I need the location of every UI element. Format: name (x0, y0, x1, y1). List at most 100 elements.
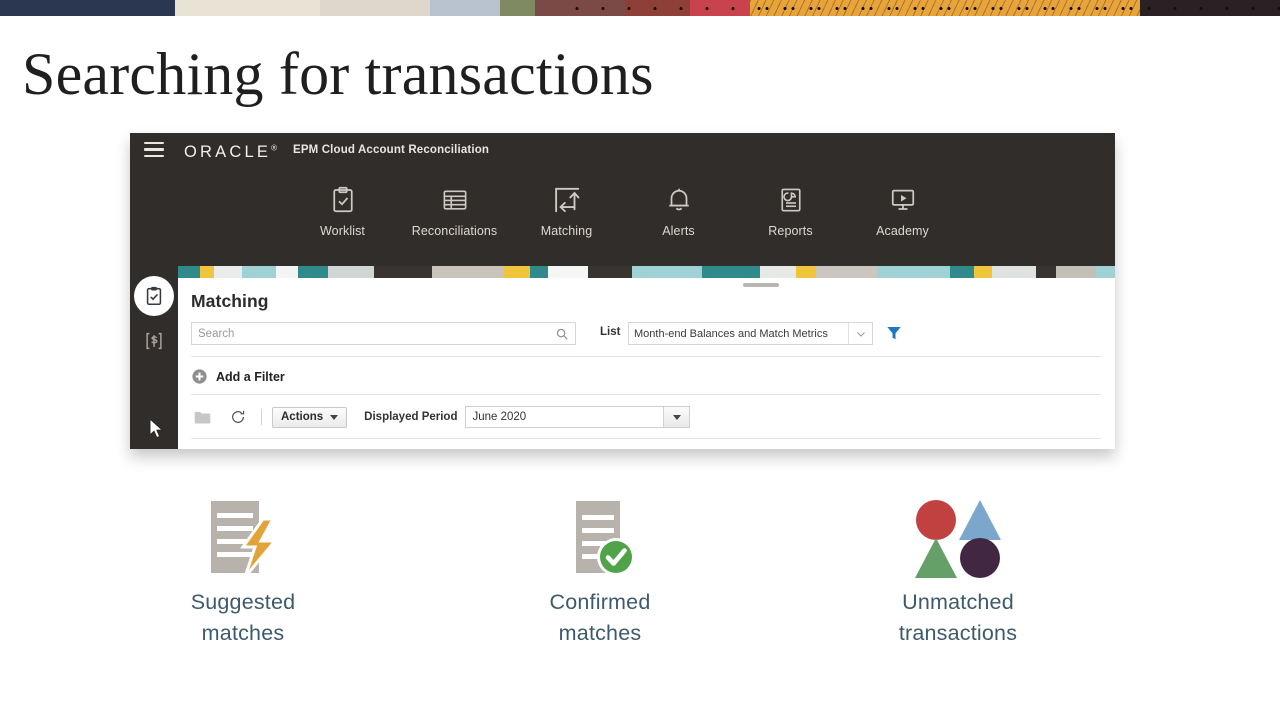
stripe-segment (1036, 266, 1056, 278)
rail-item-matching[interactable] (143, 330, 165, 352)
four-shapes-glyph (915, 499, 1001, 578)
funnel-filter-icon[interactable] (885, 324, 903, 342)
add-filter-label: Add a Filter (216, 369, 285, 384)
concept-items: Suggested matches Confirmed matches Unma… (0, 492, 1280, 662)
stripe-segment (816, 266, 878, 278)
document-check-glyph (576, 500, 635, 576)
refresh-icon[interactable] (227, 406, 249, 428)
currency-match-icon (146, 332, 162, 350)
list-select[interactable]: Month-end Balances and Match Metrics (628, 322, 873, 345)
oracle-logo: ORACLE® (184, 143, 277, 162)
shape-triangle-blue (959, 499, 1001, 540)
rail-item-worklist[interactable] (134, 276, 174, 316)
global-nav: Worklist Reconciliations Matching Alerts Rep… (130, 185, 1115, 238)
decorative-top-banner (0, 0, 1280, 16)
registered-mark: ® (271, 143, 277, 153)
match-arrows-icon (552, 185, 582, 215)
nav-item-worklist[interactable]: Worklist (287, 185, 399, 238)
cursor-arrow-glyph (149, 417, 164, 439)
nav-item-academy[interactable]: Academy (847, 185, 959, 238)
banner-segment (500, 0, 535, 16)
displayed-period-value: June 2020 (472, 411, 527, 423)
list-select-value: Month-end Balances and Match Metrics (634, 327, 828, 340)
list-label: List (600, 326, 621, 338)
divider-search (191, 356, 1101, 357)
period-dropdown-button[interactable] (663, 407, 690, 427)
clipboard-check-icon (146, 286, 162, 306)
divider-filter (191, 394, 1101, 395)
nav-item-label: Academy (876, 224, 929, 238)
chevron-down-glyph (856, 331, 865, 337)
banner-dot-overlay (560, 0, 1280, 16)
table-grid-icon (440, 185, 470, 215)
concept-caption-line1: Confirmed (549, 590, 651, 614)
stripe-segment (328, 266, 374, 278)
oracle-logo-text: ORACLE (184, 143, 272, 161)
caret-down-icon (672, 414, 681, 420)
stripe-segment (760, 266, 796, 278)
add-filter-row[interactable]: Add a Filter (191, 368, 285, 385)
concept-caption-line2: matches (558, 621, 642, 645)
mouse-pointer-icon (149, 417, 165, 440)
stripe-segment (1096, 266, 1115, 278)
slide: Searching for transactions ORACLE® EPM C… (0, 0, 1280, 720)
actions-button-label: Actions (281, 411, 324, 423)
concept-caption-line1: Suggested (190, 590, 296, 614)
four-shapes-icon (828, 492, 1088, 587)
actions-button[interactable]: Actions (272, 406, 348, 428)
stripe-segment (276, 266, 298, 278)
stripe-segment (200, 266, 214, 278)
stripe-segment (214, 266, 242, 278)
chevron-down-icon[interactable] (848, 323, 872, 344)
folder-icon[interactable] (191, 406, 213, 428)
stripe-segment (796, 266, 816, 278)
hamburger-menu-icon[interactable] (144, 142, 164, 157)
plus-circle-icon[interactable] (191, 368, 208, 385)
nav-item-alerts[interactable]: Alerts (623, 185, 735, 238)
page-title: Searching for transactions (22, 41, 654, 107)
left-rail (130, 266, 178, 449)
stripe-segment (1056, 266, 1096, 278)
concept-item-confirmed-matches: Confirmed matches (470, 492, 730, 649)
search-icon[interactable] (555, 327, 569, 341)
monitor-play-icon (888, 185, 918, 215)
clipboard-check-icon (328, 185, 358, 215)
nav-item-label: Alerts (662, 224, 695, 238)
stripe-segment (878, 266, 950, 278)
document-lightning-glyph (211, 500, 279, 578)
search-input[interactable]: Search (191, 322, 576, 345)
nav-item-reconciliations[interactable]: Reconciliations (399, 185, 511, 238)
stripe-segment (702, 266, 760, 278)
nav-item-matching[interactable]: Matching (511, 185, 623, 238)
banner-segment (0, 0, 175, 16)
stripe-segment (374, 266, 432, 278)
displayed-period-label: Displayed Period (364, 411, 458, 423)
refresh-glyph (232, 410, 245, 423)
divider-toolbar (191, 438, 1101, 439)
folder-glyph (194, 411, 210, 424)
concept-caption-line1: Unmatched (902, 590, 1014, 614)
decorative-theme-stripe (178, 266, 1115, 278)
displayed-period-select[interactable]: June 2020 (465, 406, 691, 428)
caret-down-icon (330, 414, 339, 420)
stripe-segment (432, 266, 504, 278)
stripe-segment (974, 266, 992, 278)
concept-item-unmatched-transactions: Unmatched transactions (828, 492, 1088, 649)
funnel-filter-glyph (887, 327, 901, 340)
nav-item-reports[interactable]: Reports (735, 185, 847, 238)
concept-caption-line2: matches (201, 621, 285, 645)
concept-item-suggested-matches: Suggested matches (113, 492, 373, 649)
toolbar-separator (261, 409, 262, 425)
nav-item-label: Reconciliations (411, 224, 498, 238)
report-chart-icon (776, 185, 806, 215)
stripe-segment (588, 266, 632, 278)
stripe-segment (298, 266, 328, 278)
stripe-segment (992, 266, 1036, 278)
nav-item-label: Worklist (319, 224, 365, 238)
stripe-segment (632, 266, 702, 278)
shape-circle-red (916, 499, 956, 540)
nav-item-label: Matching (540, 224, 593, 238)
stripe-segment (178, 266, 200, 278)
bell-icon (664, 185, 694, 215)
panel-drag-handle[interactable] (743, 283, 779, 287)
